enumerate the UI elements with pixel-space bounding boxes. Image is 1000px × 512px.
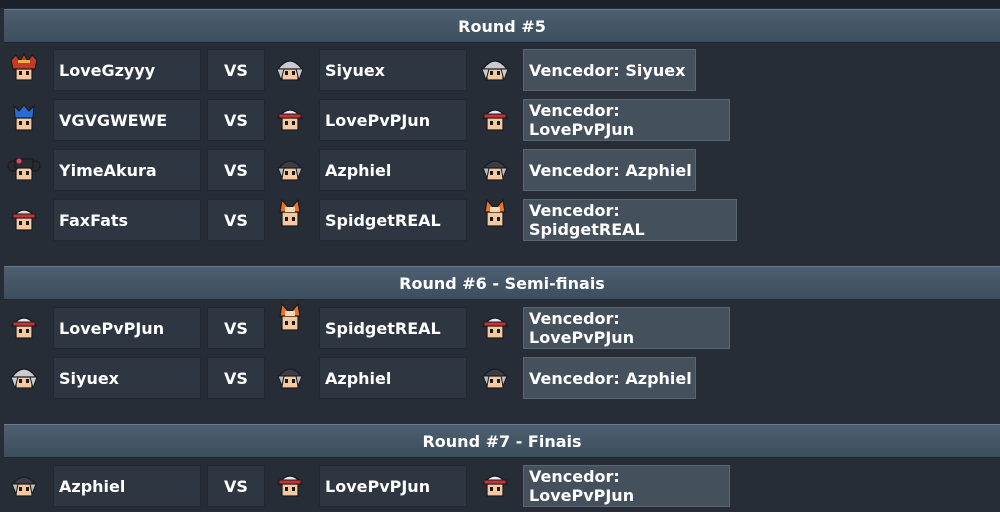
orange-cat-avatar-icon [272,302,308,338]
versus-label: VS [207,149,265,191]
versus-label: VS [207,465,265,507]
versus-label: VS [207,199,265,241]
gray-hood-avatar-icon [272,360,308,396]
gray-hood-avatar-icon [272,152,308,188]
winner-button[interactable]: Vencedor: LovePvPJun [523,465,730,507]
winner-button[interactable]: Vencedor: Azphiel [523,149,696,191]
orange-cat-avatar-icon [272,198,308,234]
versus-label: VS [207,99,265,141]
player-one-name: VGVGWEWE [53,99,201,141]
red-cap-avatar-icon [6,310,42,346]
black-pigtails-avatar-icon [6,152,42,188]
gray-hood-avatar-icon [477,152,513,188]
player-one-name: Siyuex [53,357,201,399]
winner-button[interactable]: Vencedor: Siyuex [523,49,696,91]
gray-hood-avatar-icon [6,468,42,504]
orange-cat-avatar-icon [477,198,513,234]
red-demon-avatar-icon [6,52,42,88]
winner-button[interactable]: Vencedor: Azphiel [523,357,696,399]
silver-hair-avatar-icon [6,360,42,396]
red-cap-avatar-icon [477,468,513,504]
top-bar [0,0,1000,8]
player-two-name: Azphiel [319,149,467,191]
player-one-name: LoveGzyyy [53,49,201,91]
silver-hair-avatar-icon [477,52,513,88]
player-two-name: Azphiel [319,357,467,399]
player-two-name: SpidgetREAL [319,307,467,349]
round-header: Round #7 - Finais [4,424,1000,458]
player-one-name: YimeAkura [53,149,201,191]
player-two-name: Siyuex [319,49,467,91]
winner-button[interactable]: Vencedor: SpidgetREAL [523,199,737,241]
red-cap-avatar-icon [477,102,513,138]
winner-button[interactable]: Vencedor: LovePvPJun [523,99,730,141]
player-two-name: LovePvPJun [319,99,467,141]
blue-hair-avatar-icon [6,102,42,138]
red-cap-avatar-icon [477,310,513,346]
player-two-name: LovePvPJun [319,465,467,507]
player-two-name: SpidgetREAL [319,199,467,241]
versus-label: VS [207,49,265,91]
red-cap-avatar-icon [272,102,308,138]
player-one-name: LovePvPJun [53,307,201,349]
gray-hood-avatar-icon [477,360,513,396]
versus-label: VS [207,357,265,399]
player-one-name: Azphiel [53,465,201,507]
red-hat-avatar-icon [6,202,42,238]
red-cap-avatar-icon [272,468,308,504]
silver-hair-avatar-icon [272,52,308,88]
versus-label: VS [207,307,265,349]
round-header: Round #5 [4,9,1000,43]
winner-button[interactable]: Vencedor: LovePvPJun [523,307,730,349]
round-header: Round #6 - Semi-finais [4,266,1000,300]
player-one-name: FaxFats [53,199,201,241]
